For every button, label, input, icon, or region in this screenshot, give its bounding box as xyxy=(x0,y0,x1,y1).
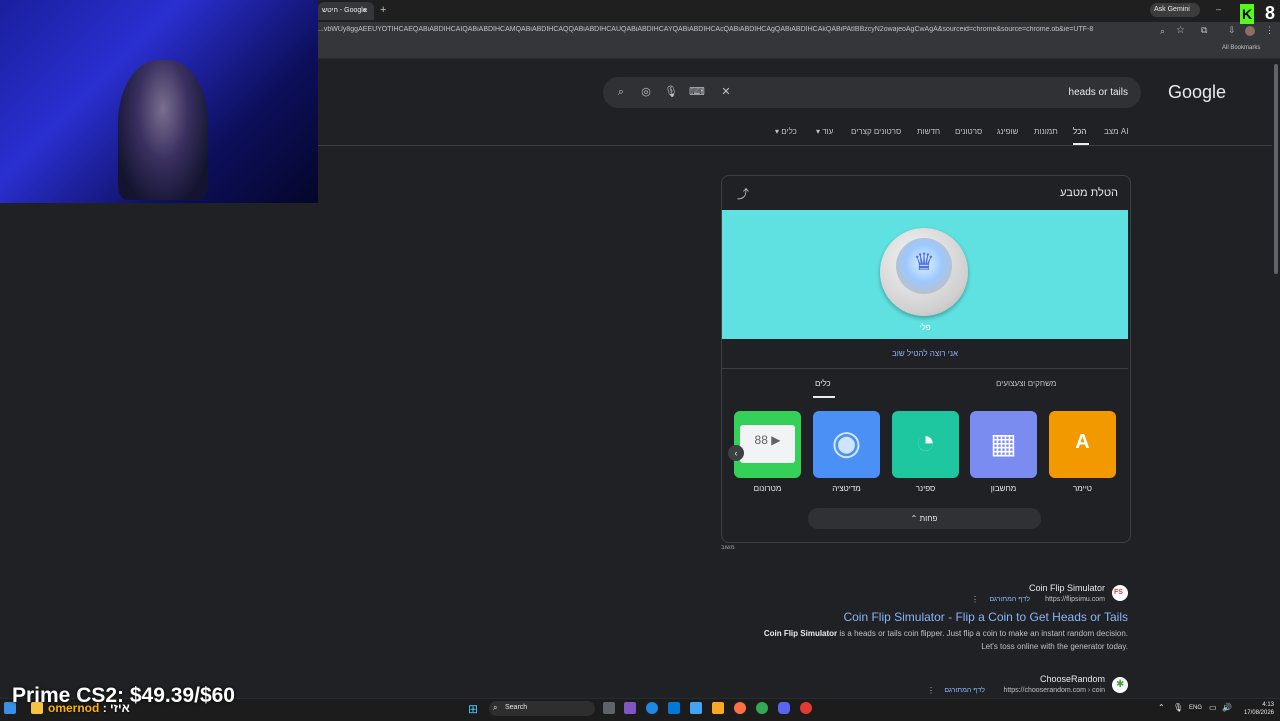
share-icon[interactable]: ⤴ xyxy=(737,185,749,202)
flip-again-link[interactable]: אני רוצה להטיל שוב xyxy=(850,349,1000,358)
metronome-tile[interactable]: 88 ▶ xyxy=(734,411,801,478)
metronome-label: מטרונום xyxy=(753,484,782,493)
carousel-prev-icon[interactable]: ‹ xyxy=(728,445,744,461)
feedback-link[interactable]: משוב xyxy=(721,545,735,551)
tab-card-tools[interactable]: כלים xyxy=(815,379,831,388)
keyboard-icon[interactable]: ⌨ xyxy=(689,85,705,99)
language-indicator[interactable]: ENG xyxy=(1189,705,1202,711)
spinner-icon: ◔ xyxy=(915,423,936,461)
clock[interactable]: 4:13 17/08/2026 xyxy=(1232,701,1274,717)
meditation-icon: ◉ xyxy=(831,424,862,462)
scrollbar-thumb[interactable] xyxy=(1274,64,1278,274)
timer-tile[interactable]: A xyxy=(1049,411,1116,478)
chevron-up-icon: ⌃ xyxy=(910,514,920,523)
spinner-tile[interactable]: ◔ xyxy=(892,411,959,478)
result-url[interactable]: https://chooserandom.com › coin xyxy=(990,687,1105,694)
menu-icon[interactable]: ⋮ xyxy=(1265,25,1274,36)
store-icon[interactable] xyxy=(668,702,680,714)
calculator-tile[interactable]: ▦ xyxy=(970,411,1037,478)
calculator-label: מחשבון xyxy=(990,484,1017,493)
bookmark-star-icon[interactable]: ☆ xyxy=(1176,25,1185,36)
result-url[interactable]: https://flipsimu.com xyxy=(1030,596,1105,603)
show-less-label: ⌃ פחות xyxy=(910,514,938,523)
windows-start-icon[interactable]: ⊞ xyxy=(468,702,478,716)
network-icon[interactable]: ▭ xyxy=(1209,703,1217,712)
tray-chevron-icon[interactable]: ⌃ xyxy=(1158,703,1165,712)
calculator-icon: ▦ xyxy=(990,428,1017,459)
chat-badge-icon xyxy=(31,702,43,714)
tab-all[interactable]: הכל xyxy=(1073,127,1086,136)
tray-mic-icon[interactable]: 🎙 xyxy=(1173,703,1183,712)
metronome-icon: 88 ▶ xyxy=(754,433,781,447)
mic-icon[interactable]: 🎙 xyxy=(664,85,678,99)
tab-videos[interactable]: סרטונים xyxy=(955,127,982,136)
clear-icon[interactable]: ✕ xyxy=(719,85,733,99)
tab-images[interactable]: תמונות xyxy=(1034,127,1058,136)
result-menu-icon[interactable]: ⋮ xyxy=(971,595,979,604)
kick-logo: K xyxy=(1240,4,1254,24)
streamer-image xyxy=(118,60,208,200)
edge-icon[interactable] xyxy=(646,702,658,714)
tab-more[interactable]: ▾ עוד xyxy=(816,127,833,136)
url-field[interactable]: ...vbWUy8ggAEEUYOTIHCAEQABiABDIHCAIQABiA… xyxy=(318,26,1148,38)
site-favicon: FS xyxy=(1112,585,1128,601)
mail-icon[interactable] xyxy=(690,702,702,714)
meditation-label: מדיטציה xyxy=(832,484,861,493)
copilot-icon[interactable] xyxy=(624,702,636,714)
task-view-icon[interactable] xyxy=(603,702,615,714)
taskbar-search-icon: ⌕ xyxy=(493,703,498,712)
tab-shopping[interactable]: שופינג xyxy=(997,127,1018,136)
card-tab-indicator xyxy=(813,396,835,398)
tab-tools[interactable]: ▾ כלים xyxy=(775,127,797,136)
google-logo[interactable]: Google xyxy=(1168,82,1226,103)
chat-message: omernod : איזי xyxy=(48,701,130,715)
chrome-icon[interactable] xyxy=(756,702,768,714)
extensions-icon[interactable]: ⧉ xyxy=(1201,25,1207,36)
coin-result: פלי xyxy=(919,323,931,332)
browser-tab[interactable]: היטש - Google × xyxy=(318,2,374,20)
minimize-button[interactable]: – xyxy=(1216,4,1221,14)
file-explorer-icon[interactable] xyxy=(712,702,724,714)
all-bookmarks[interactable]: All Bookmarks xyxy=(1222,45,1260,51)
zoom-icon[interactable]: ⌕ xyxy=(1160,26,1165,37)
taskbar-search-label: Search xyxy=(505,704,528,711)
search-icon[interactable]: ⌕ xyxy=(614,85,628,99)
result-site-name[interactable]: Coin Flip Simulator xyxy=(1020,583,1105,593)
tab-ai-mode[interactable]: מצב AI xyxy=(1104,127,1128,136)
new-tab-button[interactable]: + xyxy=(380,4,386,16)
downloads-icon[interactable]: ⇩ xyxy=(1228,25,1236,36)
crown-icon: ♛ xyxy=(913,249,935,276)
lens-icon[interactable]: ◎ xyxy=(639,85,653,99)
tab-short-videos[interactable]: סרטונים קצרים xyxy=(851,127,901,136)
tab-games-toys[interactable]: משחקים וצעצועים xyxy=(996,379,1056,388)
result-menu-icon[interactable]: ⋮ xyxy=(927,686,935,695)
timer-icon: A xyxy=(1075,431,1090,453)
translated-page-link[interactable]: לדף המתורגם xyxy=(985,596,1030,603)
meditation-tile[interactable]: ◉ xyxy=(813,411,880,478)
tab-title: היטש - Google xyxy=(322,7,367,14)
firefox-icon[interactable] xyxy=(734,702,746,714)
result-site-name[interactable]: ChooseRandom xyxy=(1020,674,1105,684)
discord-icon[interactable] xyxy=(778,702,790,714)
app-icon[interactable] xyxy=(800,702,812,714)
volume-icon[interactable]: 🔊 xyxy=(1222,703,1232,712)
search-input[interactable]: heads or tails xyxy=(1000,87,1128,98)
profile-avatar[interactable] xyxy=(1245,26,1255,36)
result-snippet: Coin Flip Simulator is a heads or tails … xyxy=(763,629,1128,638)
result-snippet-line2: Let's toss online with the generator tod… xyxy=(981,642,1128,651)
kick-counter: 8 xyxy=(1265,3,1276,23)
translated-page-link[interactable]: לדף המתורגם xyxy=(940,687,985,694)
spinner-label: ספינר xyxy=(915,484,936,493)
ask-gemini-button[interactable]: Ask Gemini xyxy=(1150,3,1200,17)
header-divider xyxy=(318,145,1280,146)
tab-news[interactable]: חדשות xyxy=(917,127,940,136)
timer-label: טיימר xyxy=(1073,484,1092,493)
card-divider xyxy=(722,368,1128,369)
result-title-link[interactable]: Coin Flip Simulator - Flip a Coin to Get… xyxy=(760,610,1128,624)
card-title: הטלת מטבע xyxy=(1060,187,1118,199)
close-tab-icon[interactable]: × xyxy=(363,6,368,15)
site-favicon: ✱ xyxy=(1112,677,1128,693)
